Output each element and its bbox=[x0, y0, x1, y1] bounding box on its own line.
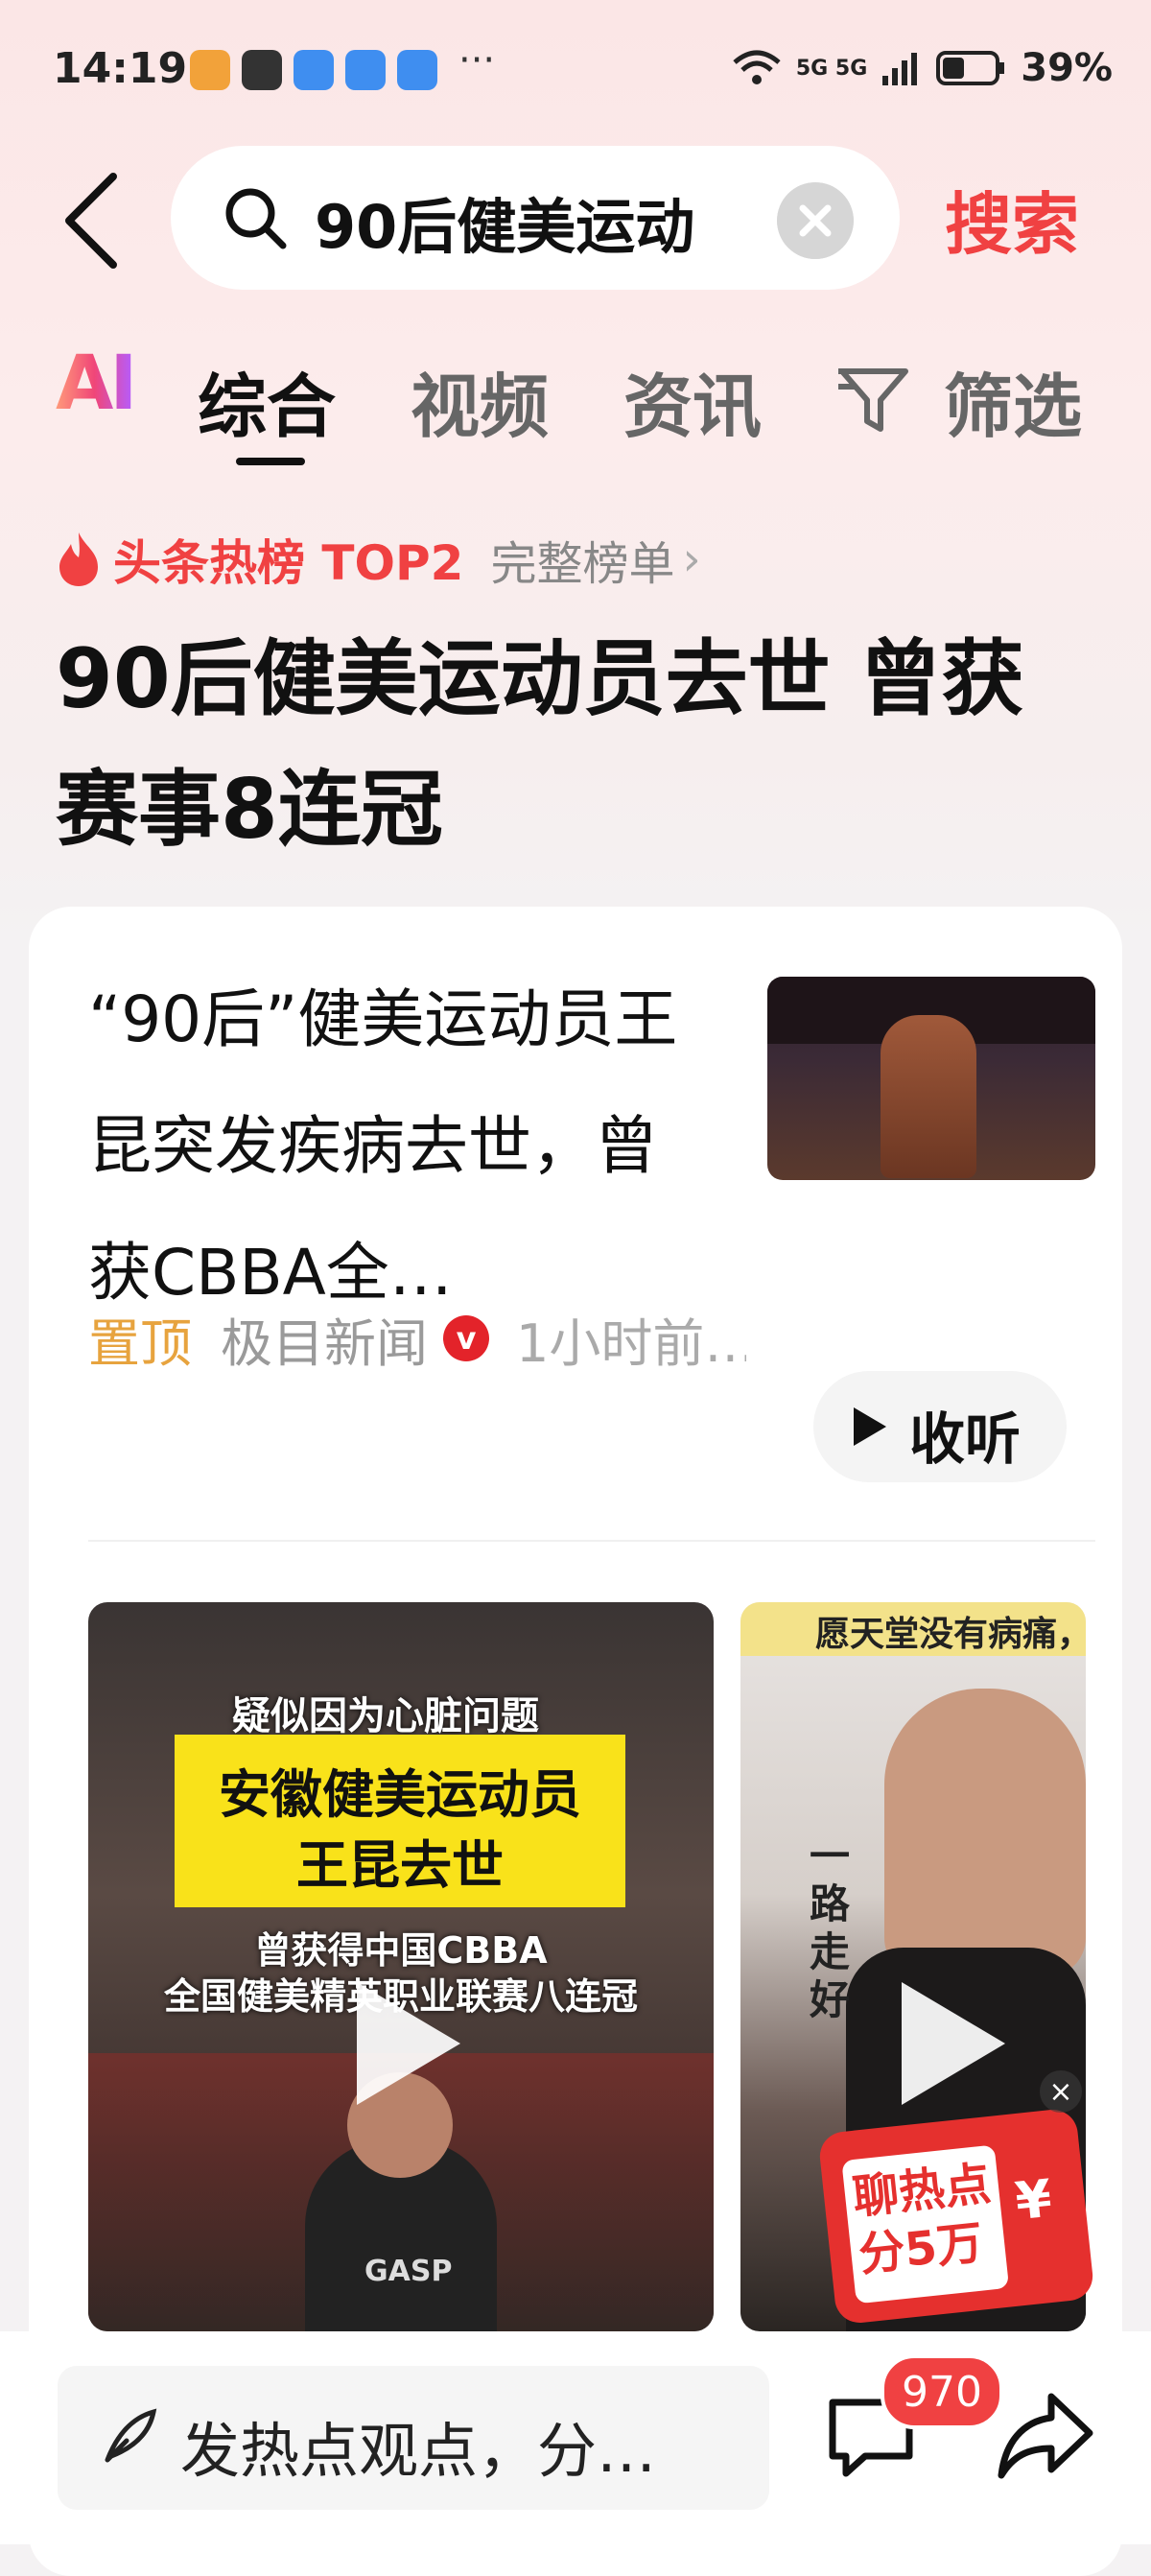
yen-icon: ¥ bbox=[1012, 2167, 1055, 2233]
promo-red-packet[interactable]: 聊热点 分5万 ¥ bbox=[817, 2107, 1095, 2326]
search-input[interactable]: 90后健美运动 bbox=[171, 146, 900, 290]
comment-count-badge: 970 bbox=[881, 2354, 1003, 2429]
search-query[interactable]: 90后健美运动 bbox=[315, 178, 765, 265]
battery-level: 39% bbox=[1021, 46, 1113, 90]
back-arrow-icon[interactable] bbox=[58, 173, 125, 269]
comment-placeholder: 发热点观点，分… bbox=[180, 2416, 657, 2486]
more-notifications-icon: ··· bbox=[458, 38, 496, 83]
wifi-icon bbox=[733, 50, 781, 84]
article-thumbnail[interactable] bbox=[767, 977, 1095, 1180]
video-caption: 疑似因为心脏问题 bbox=[232, 1694, 539, 1738]
status-right: 5G 5G 39% bbox=[731, 46, 1113, 90]
search-button[interactable]: 搜索 bbox=[945, 171, 1079, 268]
app-notification-icon bbox=[345, 50, 386, 90]
tab-video[interactable]: 视频 bbox=[411, 350, 549, 451]
hot-headline[interactable]: 90后健美运动员去世 曾获赛事8连冠 bbox=[56, 614, 1092, 875]
active-tab-indicator bbox=[236, 458, 305, 465]
share-icon[interactable] bbox=[996, 2389, 1095, 2485]
play-icon bbox=[854, 1407, 886, 1446]
video-banner-text: 愿天堂没有病痛， bbox=[815, 1615, 1086, 1654]
search-tabs: AI 综合 视频 资讯 筛选 bbox=[0, 341, 1151, 465]
listen-label: 收听 bbox=[909, 1406, 1022, 1472]
tab-all[interactable]: 综合 bbox=[198, 350, 336, 451]
publish-time: 1小时前… bbox=[516, 1312, 746, 1374]
app-notification-icon bbox=[190, 50, 230, 90]
athlete-figure bbox=[881, 1015, 976, 1178]
status-time: 14:19 bbox=[53, 44, 188, 93]
video-vertical-text: 一路走好 bbox=[810, 1832, 851, 2023]
video-title-line: 安徽健美运动员 bbox=[219, 1764, 581, 1825]
full-list-link[interactable]: 完整榜单 bbox=[490, 526, 674, 593]
filter-icon[interactable] bbox=[836, 362, 911, 437]
search-icon bbox=[225, 188, 287, 249]
video-title-line: 王昆去世 bbox=[296, 1835, 504, 1896]
shirt-text: GASP bbox=[364, 2255, 453, 2288]
athlete-face bbox=[884, 1689, 1086, 1976]
network-label: 5G 5G bbox=[795, 56, 868, 81]
app-notification-icon bbox=[397, 50, 437, 90]
result-card: “90后”健美运动员王昆突发疾病去世，曾获CBBA全… 置顶 极目新闻 v 1小… bbox=[29, 907, 1122, 2576]
hot-rank-label: 头条热榜 TOP2 bbox=[113, 535, 464, 591]
comment-input[interactable]: 发热点观点，分… bbox=[58, 2366, 769, 2510]
status-bar: 14:19 ··· 5G 5G 39% bbox=[0, 0, 1151, 144]
app-notification-icon bbox=[294, 50, 334, 90]
video-title-box: 安徽健美运动员 王昆去世 bbox=[175, 1735, 625, 1907]
tab-filter[interactable]: 筛选 bbox=[944, 350, 1082, 451]
signal-icon bbox=[882, 53, 918, 85]
pinned-label: 置顶 bbox=[88, 1312, 192, 1374]
video-banner: 愿天堂没有病痛， bbox=[740, 1602, 1086, 1656]
clear-search-icon[interactable] bbox=[777, 182, 854, 259]
hot-rank-row[interactable]: 头条热榜 TOP2 完整榜单 › bbox=[56, 526, 701, 593]
pen-icon bbox=[105, 2408, 157, 2463]
battery-icon bbox=[936, 51, 1005, 85]
flame-icon bbox=[59, 532, 98, 586]
play-icon bbox=[902, 1982, 1005, 2105]
tab-news[interactable]: 资讯 bbox=[623, 350, 762, 451]
chevron-right-icon: › bbox=[682, 532, 701, 586]
play-icon bbox=[357, 1982, 460, 2105]
divider bbox=[88, 1540, 1095, 1542]
source-name[interactable]: 极目新闻 bbox=[221, 1301, 428, 1377]
listen-button[interactable]: 收听 bbox=[813, 1371, 1067, 1482]
verified-badge-icon: v bbox=[443, 1315, 489, 1361]
bottom-bar: 发热点观点，分… 970 bbox=[0, 2331, 1151, 2544]
close-icon[interactable]: × bbox=[1040, 2070, 1082, 2113]
tab-ai[interactable]: AI bbox=[56, 341, 137, 427]
video-thumbnail-1[interactable]: GASP 疑似因为心脏问题 安徽健美运动员 王昆去世 曾获得中国CBBA 全国健… bbox=[88, 1602, 714, 2331]
article-title[interactable]: “90后”健美运动员王昆突发疾病去世，曾获CBBA全… bbox=[88, 957, 712, 1336]
upload-icon bbox=[242, 50, 282, 90]
article-meta: 置顶 极目新闻 v 1小时前… bbox=[88, 1300, 746, 1377]
video-caption: 曾获得中国CBBA bbox=[254, 1929, 548, 1972]
